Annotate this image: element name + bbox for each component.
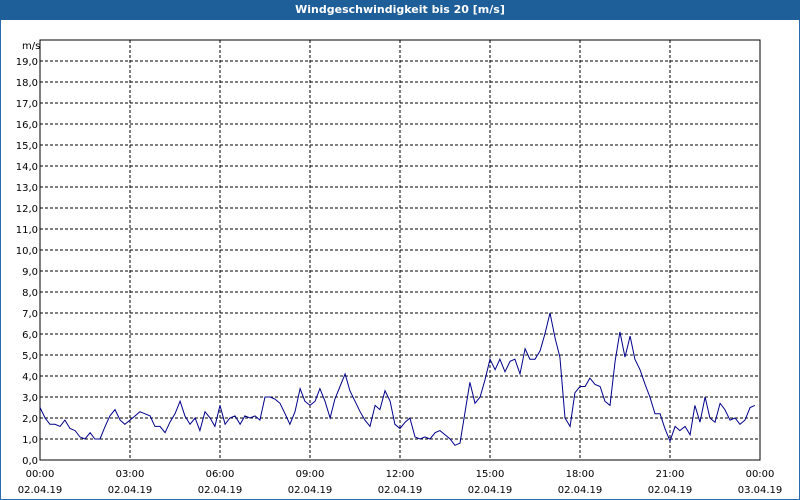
x-tick-time: 06:00 [206, 469, 235, 480]
y-tick-label: 4,0 [22, 372, 38, 383]
x-tick-time: 00:00 [26, 469, 55, 480]
y-tick-label: 10,0 [16, 246, 38, 257]
y-tick-label: 8,0 [22, 288, 38, 299]
x-tick-date: 02.04.19 [468, 485, 513, 496]
x-tick-time: 18:00 [566, 469, 595, 480]
y-tick-label: 11,0 [16, 225, 38, 236]
x-tick-date: 02.04.19 [648, 485, 693, 496]
x-tick-time: 03:00 [116, 469, 145, 480]
y-tick-label: 5,0 [22, 351, 38, 362]
y-tick-labels: 0,0 1,0 2,0 3,0 4,0 5,0 6,0 7,0 8,0 9,0 10,0 11,0 12… [16, 57, 38, 467]
y-tick-label: 6,0 [22, 330, 38, 341]
x-tick-time: 15:00 [476, 469, 505, 480]
y-tick-label: 7,0 [22, 309, 38, 320]
y-tick-label: 2,0 [22, 414, 38, 425]
y-tick-label: 13,0 [16, 183, 38, 194]
x-tick-date: 02.04.19 [558, 485, 603, 496]
x-tick-date: 02.04.19 [198, 485, 243, 496]
y-tick-label: 1,0 [22, 435, 38, 446]
y-tick-label: 19,0 [16, 57, 38, 68]
x-tick-date: 02.04.19 [18, 485, 63, 496]
x-tick-date: 02.04.19 [108, 485, 153, 496]
y-tick-label: 18,0 [16, 78, 38, 89]
y-tick-label: 14,0 [16, 162, 38, 173]
x-tick-date: 03.04.19 [738, 485, 783, 496]
x-tick-labels: 00:00 02.04.19 03:00 02.04.19 06:00 02.04.19 0… [18, 469, 783, 496]
x-tick-time: 00:00 [746, 469, 775, 480]
y-tick-label: 12,0 [16, 204, 38, 215]
x-tick-time: 09:00 [296, 469, 325, 480]
x-tick-date: 02.04.19 [378, 485, 423, 496]
x-tick-time: 21:00 [656, 469, 685, 480]
x-tick-time: 12:00 [386, 469, 415, 480]
y-tick-label: 16,0 [16, 120, 38, 131]
y-tick-label: 17,0 [16, 99, 38, 110]
x-tick-date: 02.04.19 [288, 485, 333, 496]
wind-speed-chart: m/s 0,0 1,0 2,0 3,0 4,0 5,0 6,0 7,0 8,0 9,0 10,0 11… [16, 39, 783, 496]
y-tick-label: 0,0 [22, 456, 38, 467]
y-tick-label: 9,0 [22, 267, 38, 278]
y-axis-label: m/s [22, 41, 40, 52]
y-tick-label: 3,0 [22, 393, 38, 404]
grid-lines [40, 40, 760, 460]
y-tick-label: 15,0 [16, 141, 38, 152]
series-line [39, 312, 756, 446]
